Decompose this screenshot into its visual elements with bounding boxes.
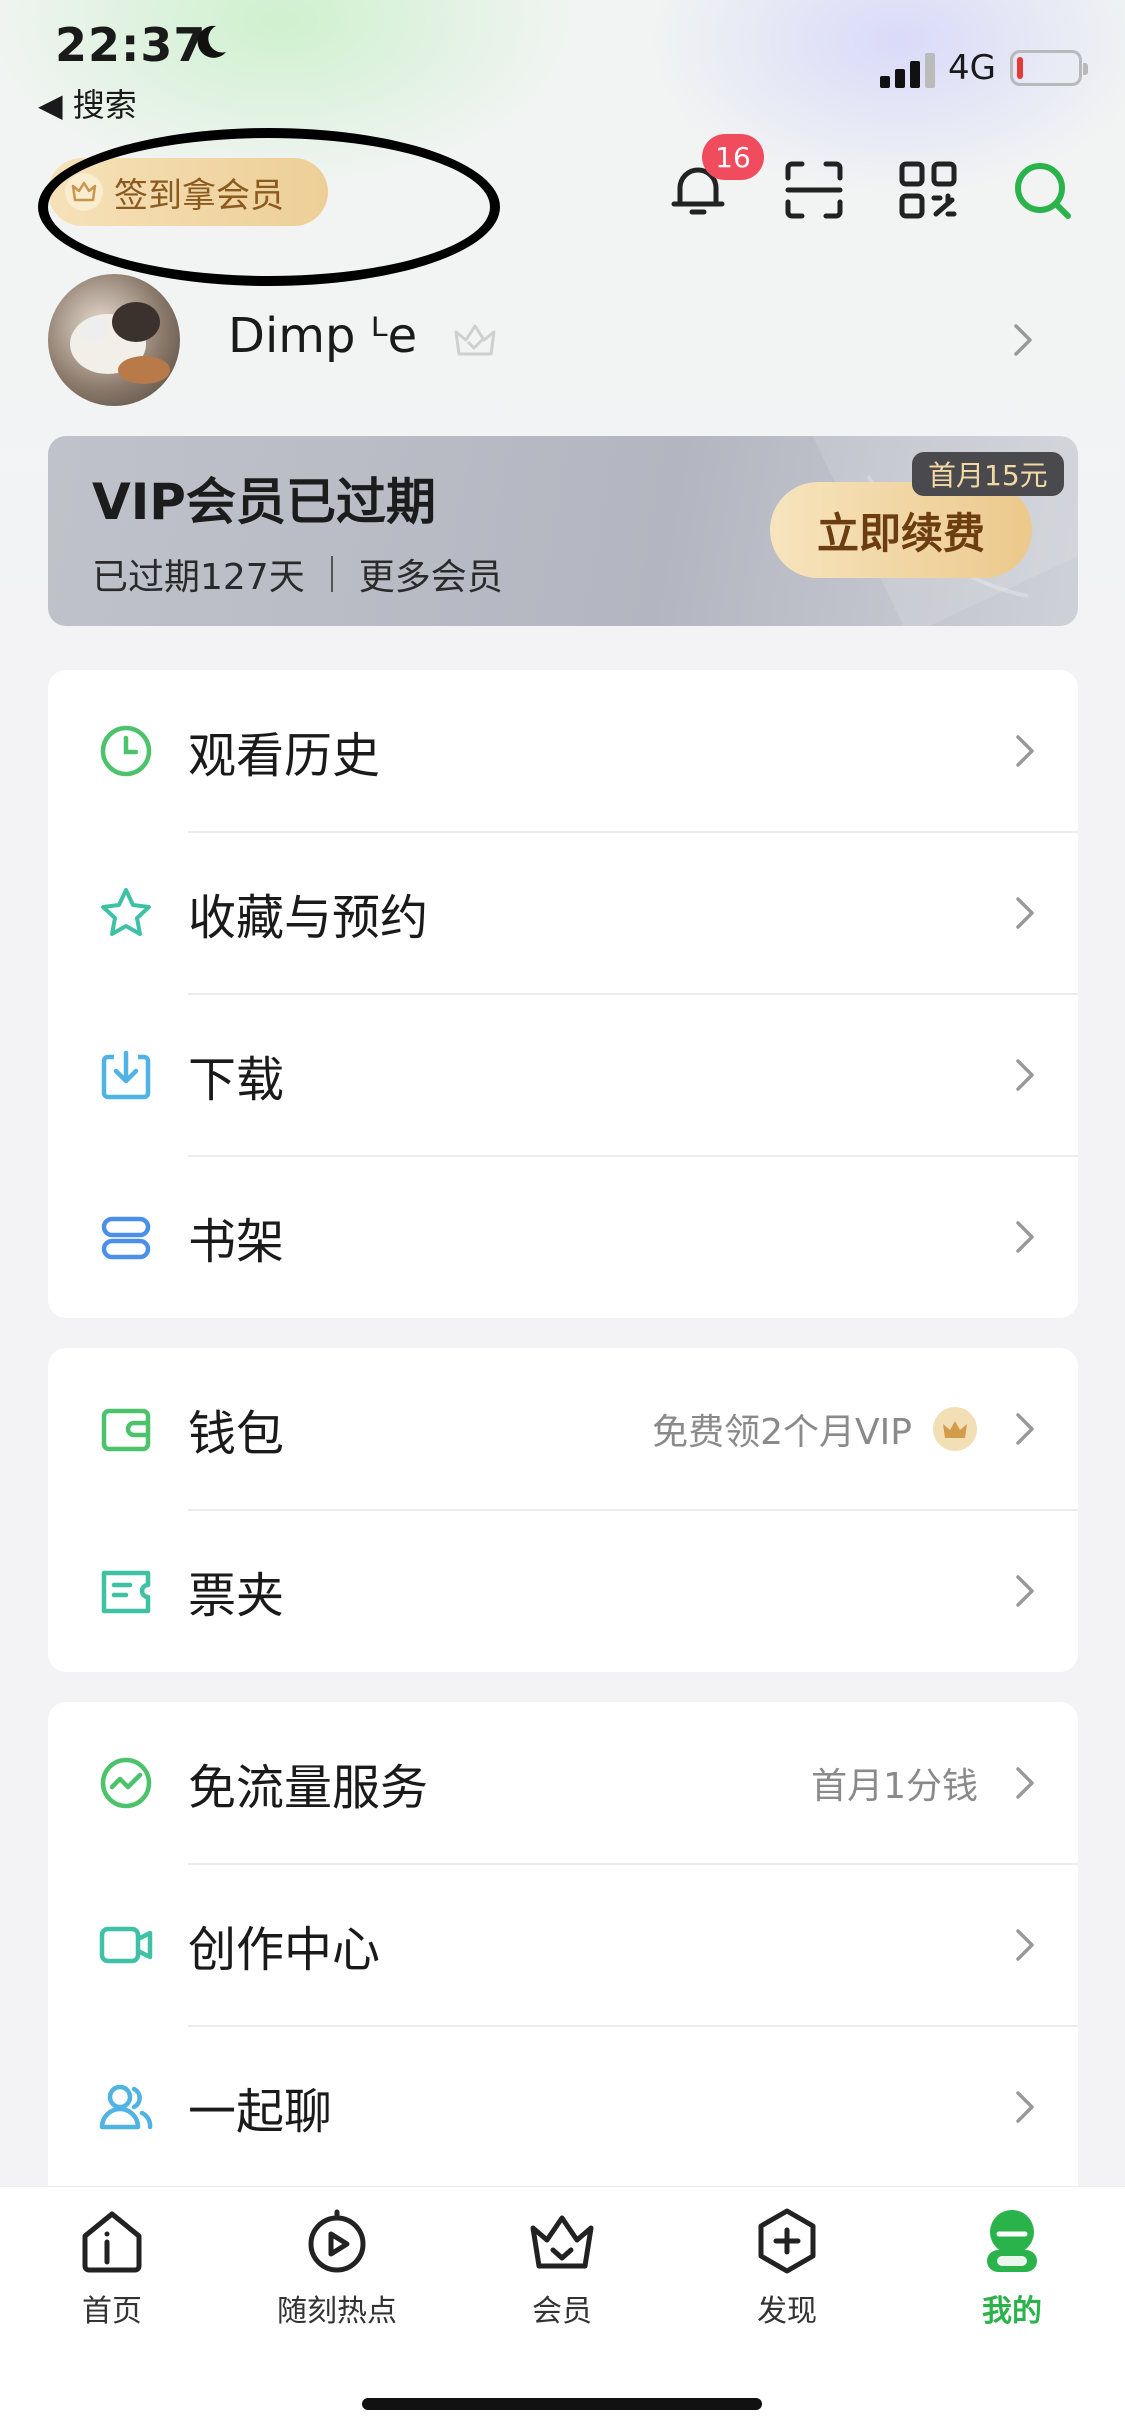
tab-label: 我的 [982,2294,1042,2329]
more-vip-link[interactable]: 更多会员 [359,548,503,600]
menu-item-wallet[interactable]: 钱包 免费领2个月VIP [48,1348,1078,1510]
tab-label: 发现 [757,2294,817,2329]
menu-item-creator-center[interactable]: 创作中心 [48,1864,1078,2026]
moon-icon [197,25,226,58]
crown-icon [530,2215,594,2269]
menu-item-tickets[interactable]: 票夹 [48,1510,1078,1672]
menu-item-label: 观看历史 [188,728,381,784]
renew-button[interactable]: 立即续费 [770,482,1032,578]
play-hot-icon [308,2209,366,2273]
menu-item-label: 创作中心 [188,1922,381,1978]
vip-status-title: VIP会员已过期 [92,473,436,531]
download-icon [101,1050,151,1100]
menu-card-wallet: 钱包 免费领2个月VIP 票夹 [48,1348,1078,1672]
menu-card-main: 观看历史 收藏与预约 下载 书架 [48,670,1078,1318]
chevron-right-icon [1016,1059,1034,1091]
bookshelf-icon [101,1216,151,1260]
cellular-signal-icon [880,53,935,88]
battery-icon [1010,50,1088,86]
back-search-label[interactable]: ◀ 搜索 [38,80,137,126]
menu-item-chat-together[interactable]: 一起聊 [48,2026,1078,2188]
chevron-right-icon [1016,1575,1034,1607]
tab-home[interactable]: 首页 [32,2206,192,2330]
profile-chevron-icon[interactable] [1012,322,1034,358]
menu-item-label: 免流量服务 [188,1760,429,1816]
battery-level [1017,57,1023,79]
wallet-promo: 免费领2个月VIP [652,1403,978,1455]
ticket-icon [101,1570,151,1614]
home-icon [82,2211,142,2273]
chevron-right-icon [1016,1413,1034,1445]
avatar[interactable] [48,274,180,406]
back-to-search-link[interactable]: ◀ 搜索 [38,80,137,126]
profile-icon [987,2210,1037,2272]
vip-level-icon [454,324,496,356]
menu-item-favorites[interactable]: 收藏与预约 [48,832,1078,994]
tab-profile[interactable]: 我的 [932,2206,1092,2330]
data-free-icon [100,1757,152,1809]
menu-item-history[interactable]: 观看历史 [48,670,1078,832]
vip-crown-icon [933,1407,977,1451]
chevron-right-icon [1016,2091,1034,2123]
free-data-promo: 首月1分钱 [811,1766,978,1807]
home-indicator [362,2398,762,2410]
chevron-right-icon [1016,1221,1034,1253]
menu-item-label: 收藏与预约 [188,890,429,946]
chevron-right-icon [1016,1767,1034,1799]
tab-discover[interactable]: 发现 [707,2206,867,2330]
menu-item-label: 钱包 [188,1406,285,1462]
username[interactable]: Dimp ᴸe [228,308,417,364]
menu-item-label: 书架 [188,1214,285,1270]
notification-badge: 16 [702,134,764,180]
menu-item-bookshelf[interactable]: 书架 [48,1156,1078,1318]
menu-item-free-data[interactable]: 免流量服务 首月1分钱 [48,1702,1078,1864]
wallet-promo-text: 免费领2个月VIP [652,1412,912,1453]
clock-icon [100,725,152,777]
tab-label: 会员 [532,2294,592,2329]
chevron-right-icon [1016,897,1034,929]
network-type: 4G [948,48,996,88]
menu-card-services: 免流量服务 首月1分钱 创作中心 一起聊 [48,1702,1078,2222]
separator [330,556,333,592]
menu-item-download[interactable]: 下载 [48,994,1078,1156]
chevron-right-icon [1016,735,1034,767]
scan-icon[interactable] [782,158,846,222]
status-time: 22:37 [55,18,207,72]
people-icon [99,2084,153,2130]
qr-code-icon[interactable] [896,158,960,222]
search-icon[interactable] [1010,158,1074,222]
vip-subline: 已过期127天 更多会员 [92,548,503,600]
tab-label: 首页 [82,2294,142,2329]
tab-label: 随刻热点 [277,2294,397,2329]
tab-hot[interactable]: 随刻热点 [257,2206,417,2330]
chevron-right-icon [1016,1929,1034,1961]
star-icon [101,888,151,936]
menu-item-label: 一起聊 [188,2084,333,2140]
menu-item-label: 下载 [188,1052,285,1108]
promo-tag: 首月15元 [912,452,1064,496]
annotation-circle [38,128,500,286]
menu-item-label: 票夹 [188,1568,285,1624]
wallet-icon [101,1408,151,1452]
video-camera-icon [99,1926,153,1964]
tab-vip[interactable]: 会员 [482,2206,642,2330]
vip-expired-days: 已过期127天 [92,557,305,598]
avatar-image [70,302,170,384]
discover-icon [758,2208,816,2274]
